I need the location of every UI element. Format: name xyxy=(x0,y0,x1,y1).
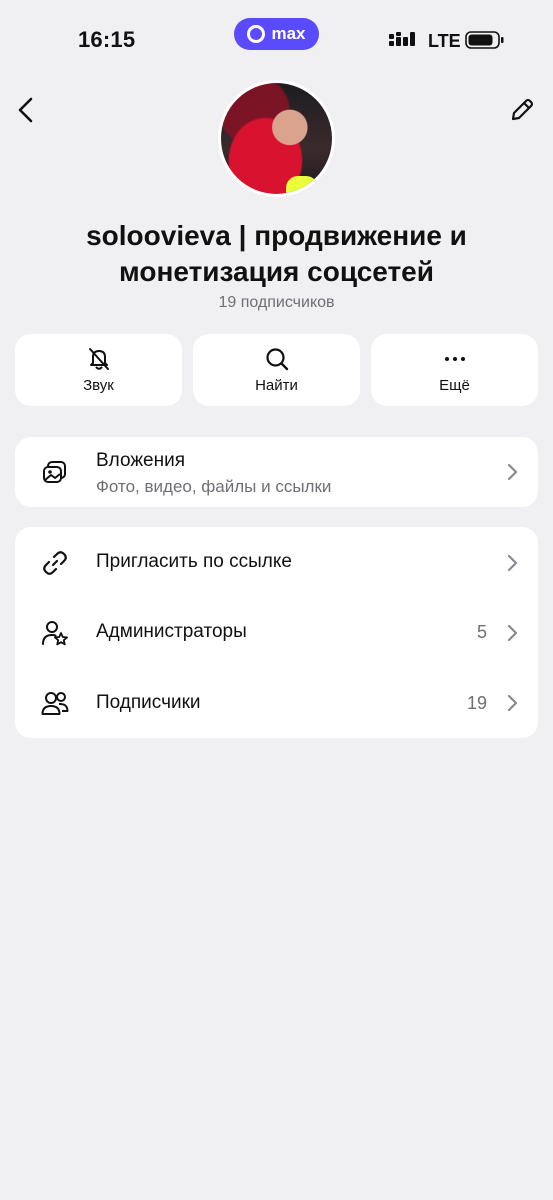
status-time: 16:15 xyxy=(78,27,136,52)
link-icon xyxy=(43,551,67,575)
sound-button[interactable]: Звук xyxy=(15,334,182,406)
users-icon xyxy=(41,692,69,715)
attachments-subtitle: Фото, видео, файлы и ссылки xyxy=(96,477,332,496)
admin-icon xyxy=(42,621,68,646)
signal-icon xyxy=(389,32,415,46)
invite-link-label: Пригласить по ссылке xyxy=(96,551,292,572)
app-badge: max xyxy=(234,18,319,50)
channel-avatar[interactable] xyxy=(218,80,335,197)
more-button[interactable]: Ещё xyxy=(371,334,538,406)
more-icon xyxy=(444,357,465,361)
sound-label: Звук xyxy=(83,377,114,394)
network-type: LTE xyxy=(428,31,461,51)
subscribers-label: Подписчики xyxy=(96,692,201,713)
edit-button[interactable] xyxy=(509,97,535,123)
invite-link-row[interactable]: Пригласить по ссылке xyxy=(15,527,538,597)
chevron-right-icon xyxy=(507,624,518,642)
battery-icon xyxy=(465,31,504,49)
back-button[interactable] xyxy=(14,96,40,124)
chevron-right-icon xyxy=(507,463,518,481)
media-icon xyxy=(43,461,66,483)
attachments-card: Вложения Фото, видео, файлы и ссылки xyxy=(15,437,538,507)
admins-count: 5 xyxy=(476,622,487,642)
chevron-right-icon xyxy=(507,554,518,572)
search-button[interactable]: Найти xyxy=(193,334,360,406)
max-logo-icon xyxy=(247,25,266,43)
channel-title: soloovieva | продвижение и монетизация с… xyxy=(86,220,467,287)
attachments-row[interactable]: Вложения Фото, видео, файлы и ссылки xyxy=(15,437,538,507)
more-label: Ещё xyxy=(439,377,470,394)
channel-menu-card: Пригласить по ссылке Администраторы 5 По… xyxy=(15,527,538,738)
admins-label: Администраторы xyxy=(96,621,247,642)
avatar-photo xyxy=(221,83,332,194)
subscribers-count: 19 xyxy=(466,693,487,713)
subscriber-count: 19 подписчиков xyxy=(218,294,335,311)
chevron-right-icon xyxy=(507,694,518,712)
bell-off-icon xyxy=(88,348,109,370)
app-badge-label: max xyxy=(271,24,306,43)
search-icon xyxy=(265,348,288,371)
subscribers-row[interactable]: Подписчики 19 xyxy=(15,668,538,738)
search-label: Найти xyxy=(255,377,298,394)
admins-row[interactable]: Администраторы 5 xyxy=(15,597,538,668)
attachments-title: Вложения xyxy=(96,450,185,471)
